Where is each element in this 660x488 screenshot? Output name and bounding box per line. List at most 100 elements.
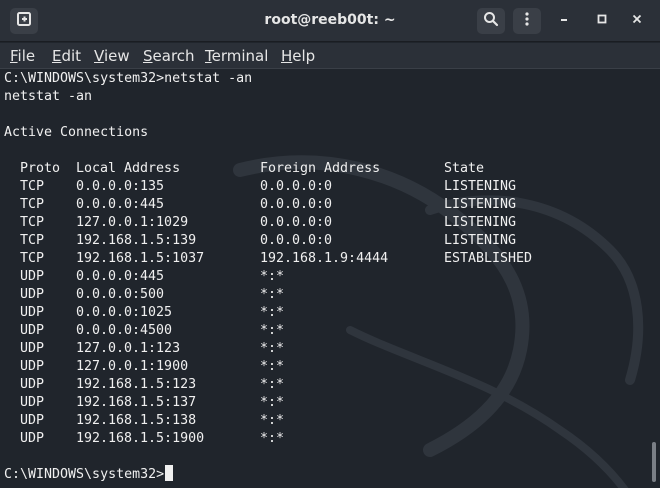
terminal-window: root@reeb00t: ~ File Edit View Search Te… [0, 0, 660, 488]
close-button[interactable] [623, 8, 651, 34]
row-foreign-address: 192.168.1.9:4444 [260, 251, 389, 266]
menu-search-accel: S [143, 47, 153, 65]
row-local-address: 0.0.0.0:500 [76, 287, 165, 302]
menu-help[interactable]: Help [281, 47, 315, 65]
title-bar: root@reeb00t: ~ [0, 0, 660, 42]
menu-file-accel: F [10, 47, 18, 65]
row-foreign-address: 0.0.0.0:0 [260, 215, 333, 230]
row-state: LISTENING [444, 179, 517, 194]
row-local-address: 0.0.0.0:135 [76, 179, 165, 194]
row-state: LISTENING [444, 233, 517, 248]
menu-search-label: earch [152, 47, 195, 65]
table-row: TCP 0.0.0.0:445 0.0.0.0:0 LISTENING [4, 196, 604, 214]
menu-edit-label: dit [61, 47, 82, 65]
menu-file-label: ile [17, 47, 36, 65]
row-state: ESTABLISHED [444, 251, 533, 266]
row-proto: UDP [20, 287, 45, 302]
row-local-address: 192.168.1.5:123 [76, 377, 197, 392]
scrollbar-thumb[interactable] [652, 442, 656, 482]
menu-terminal-label: erminal [211, 47, 269, 65]
search-icon [483, 11, 499, 32]
row-proto: UDP [20, 269, 45, 284]
row-local-address: 0.0.0.0:1025 [76, 305, 173, 320]
row-foreign-address: 0.0.0.0:0 [260, 179, 333, 194]
row-local-address: 127.0.0.1:1029 [76, 215, 189, 230]
menu-terminal[interactable]: Terminal [205, 47, 268, 65]
row-foreign-address: *:* [260, 323, 285, 338]
row-proto: UDP [20, 413, 45, 428]
terminal-output[interactable]: C:\WINDOWS\system32>netstat -an netstat … [0, 70, 660, 488]
table-row: TCP 0.0.0.0:135 0.0.0.0:0 LISTENING [4, 178, 604, 196]
table-row: UDP 192.168.1.5:1900 *:* [4, 430, 604, 448]
row-local-address: 192.168.1.5:1037 [76, 251, 205, 266]
row-proto: TCP [20, 215, 45, 230]
row-local-address: 127.0.0.1:123 [76, 341, 181, 356]
table-row: UDP 192.168.1.5:137 *:* [4, 394, 604, 412]
row-foreign-address: *:* [260, 359, 285, 374]
table-row: UDP 127.0.0.1:123 *:* [4, 340, 604, 358]
hamburger-menu-button[interactable] [513, 8, 541, 34]
row-local-address: 192.168.1.5:137 [76, 395, 197, 410]
row-local-address: 127.0.0.1:1900 [76, 359, 189, 374]
row-local-address: 0.0.0.0:445 [76, 269, 165, 284]
row-local-address: 192.168.1.5:139 [76, 233, 197, 248]
menu-help-label: elp [292, 47, 316, 65]
row-local-address: 192.168.1.5:138 [76, 413, 197, 428]
command-echo: netstat -an [4, 89, 93, 104]
row-proto: UDP [20, 305, 45, 320]
table-row: UDP 127.0.0.1:1900 *:* [4, 358, 604, 376]
row-proto: UDP [20, 341, 45, 356]
row-proto: UDP [20, 359, 45, 374]
menu-edit[interactable]: Edit [52, 47, 81, 65]
row-proto: UDP [20, 431, 45, 446]
table-row: UDP 192.168.1.5:123 *:* [4, 376, 604, 394]
table-row: TCP 192.168.1.5:1037 192.168.1.9:4444 ESTAB… [4, 250, 604, 268]
row-proto: TCP [20, 179, 45, 194]
menu-file[interactable]: File [10, 47, 35, 65]
table-row: UDP 0.0.0.0:4500 *:* [4, 322, 604, 340]
row-foreign-address: *:* [260, 395, 285, 410]
row-foreign-address: *:* [260, 377, 285, 392]
command-line: C:\WINDOWS\system32>netstat -an [4, 71, 253, 86]
row-proto: UDP [20, 395, 45, 410]
menu-view[interactable]: View [94, 47, 130, 65]
row-foreign-address: 0.0.0.0:0 [260, 197, 333, 212]
row-foreign-address: *:* [260, 431, 285, 446]
row-proto: TCP [20, 251, 45, 266]
table-row: UDP 0.0.0.0:500 *:* [4, 286, 604, 304]
table-header: Proto Local Address Foreign Address Stat… [4, 160, 604, 178]
menu-view-accel: V [94, 47, 104, 65]
menu-view-label: iew [103, 47, 130, 65]
row-local-address: 0.0.0.0:445 [76, 197, 165, 212]
row-state: LISTENING [444, 215, 517, 230]
row-proto: UDP [20, 323, 45, 338]
row-local-address: 0.0.0.0:4500 [76, 323, 173, 338]
table-row: UDP 192.168.1.5:138 *:* [4, 412, 604, 430]
header-local-address: Local Address [76, 161, 181, 176]
search-button[interactable] [477, 8, 505, 34]
row-foreign-address: *:* [260, 413, 285, 428]
menu-help-accel: H [281, 47, 293, 65]
row-foreign-address: *:* [260, 287, 285, 302]
row-state: LISTENING [444, 197, 517, 212]
row-local-address: 192.168.1.5:1900 [76, 431, 205, 446]
row-foreign-address: *:* [260, 341, 285, 356]
row-foreign-address: 0.0.0.0:0 [260, 233, 333, 248]
minimize-button[interactable] [550, 8, 578, 34]
maximize-button[interactable] [588, 8, 616, 34]
row-proto: TCP [20, 197, 45, 212]
final-prompt: C:\WINDOWS\system32> [4, 467, 165, 482]
header-state: State [444, 161, 485, 176]
section-title: Active Connections [4, 125, 149, 140]
menu-terminal-accel: T [205, 47, 212, 65]
header-proto: Proto [20, 161, 61, 176]
row-proto: UDP [20, 377, 45, 392]
kebab-menu-icon [519, 11, 535, 32]
prompt-line[interactable]: C:\WINDOWS\system32> [4, 465, 174, 483]
menu-search[interactable]: Search [143, 47, 195, 65]
table-row: UDP 0.0.0.0:1025 *:* [4, 304, 604, 322]
minimize-icon [558, 12, 570, 30]
header-foreign-address: Foreign Address [260, 161, 381, 176]
table-row: TCP 127.0.0.1:1029 0.0.0.0:0 LISTENING [4, 214, 604, 232]
row-foreign-address: *:* [260, 305, 285, 320]
